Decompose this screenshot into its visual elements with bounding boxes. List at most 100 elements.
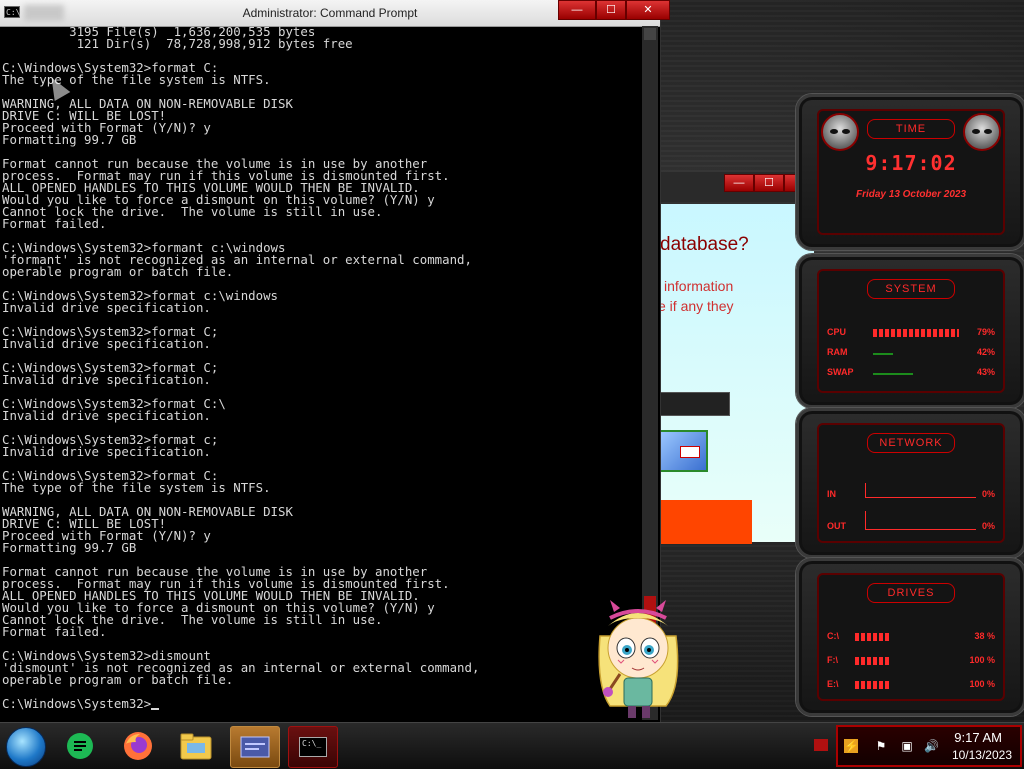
system-tray: ⚡ ⚑ ▣ 🔊 9:17 AM 10/13/2023 xyxy=(836,725,1022,767)
swap-meter xyxy=(873,373,913,375)
cpu-value: 79% xyxy=(976,327,995,337)
alien-head-icon xyxy=(963,113,1001,151)
cmd-output-line: 121 Dir(s) 78,728,998,912 bytes free xyxy=(2,36,353,51)
cmd-output-line: Invalid drive specification. xyxy=(2,372,211,387)
cmd-output-line: Formatting 99.7 GB xyxy=(2,540,137,555)
window-app-button[interactable] xyxy=(230,726,280,768)
swap-value: 43% xyxy=(976,367,995,377)
window-app-icon xyxy=(240,736,270,758)
volume-icon[interactable]: 🔊 xyxy=(924,739,939,753)
drive-f-row: F:\ 100 % xyxy=(827,655,995,669)
dialog-text-line: e if any they xyxy=(658,298,734,314)
cmd-output-line: Formatting 99.7 GB xyxy=(2,132,137,147)
drive-f-value: 100 % xyxy=(969,655,995,665)
dialog-action-button[interactable] xyxy=(658,500,752,544)
widget-clock-date: Friday 13 October 2023 xyxy=(855,189,967,200)
dialog-content: database? information e if any they xyxy=(658,204,814,544)
system-widget: SYSTEM CPU 79% RAM 42% SWAP 43% xyxy=(796,254,1024,408)
taskbar-clock-date[interactable]: 10/13/2023 xyxy=(952,748,1012,762)
ram-row: RAM 42% xyxy=(827,347,995,361)
dialog-heading: database? xyxy=(660,234,749,255)
network-widget: NETWORK IN 0% OUT 0% xyxy=(796,408,1024,558)
ram-label: RAM xyxy=(827,347,848,357)
system-widget-header: SYSTEM xyxy=(867,279,955,299)
drive-c-value: 38 % xyxy=(974,631,995,641)
cmd-output-line: The type of the file system is NTFS. xyxy=(2,72,271,87)
drive-c-label: C:\ xyxy=(827,631,839,641)
drives-widget: DRIVES C:\ 38 % F:\ 100 % E:\ 100 % xyxy=(796,558,1024,716)
cmd-output[interactable]: 3195 File(s) 1,636,200,535 bytes 121 Dir… xyxy=(2,26,642,720)
drive-c-row: C:\ 38 % xyxy=(827,631,995,645)
command-prompt-button[interactable]: C:\_ xyxy=(288,726,338,768)
swap-row: SWAP 43% xyxy=(827,367,995,381)
file-explorer-button[interactable] xyxy=(172,726,220,766)
dialog-maximize-button[interactable]: ☐ xyxy=(754,174,784,192)
file-explorer-icon xyxy=(180,733,212,760)
start-orb-icon[interactable] xyxy=(6,727,46,767)
app-tray-icon[interactable]: ⚡ xyxy=(844,739,859,753)
command-prompt-window[interactable]: C:\ Administrator: Command Prompt — ☐ ✕ … xyxy=(0,0,670,722)
cartoon-character-sticker xyxy=(598,600,679,718)
dialog-titlebar[interactable]: — ☐ ✕ xyxy=(658,172,818,202)
ram-meter xyxy=(873,353,893,355)
dialog-input-field[interactable] xyxy=(658,392,730,416)
network-out-label: OUT xyxy=(827,521,846,531)
cmd-minimize-button[interactable]: — xyxy=(558,0,596,20)
dialog-minimize-button[interactable]: — xyxy=(724,174,754,192)
swap-label: SWAP xyxy=(827,367,854,377)
cmd-titlebar[interactable]: C:\ Administrator: Command Prompt — ☐ ✕ xyxy=(0,0,670,27)
network-out-graph xyxy=(865,511,976,530)
background-dialog-window[interactable]: — ☐ ✕ database? information e if any the… xyxy=(658,172,818,544)
show-hidden-icons-button[interactable] xyxy=(814,739,828,751)
chat-app-icon xyxy=(67,733,93,759)
time-widget: TIME 9:17:02 Friday 13 October 2023 xyxy=(796,94,1024,250)
ram-value: 42% xyxy=(976,347,995,357)
drive-e-label: E:\ xyxy=(827,679,839,689)
cmd-prompt-line[interactable]: C:\Windows\System32> xyxy=(2,696,642,711)
cpu-label: CPU xyxy=(827,327,847,337)
cmd-prompt: C:\Windows\System32> xyxy=(2,696,152,711)
taskbar-clock-time[interactable]: 9:17 AM xyxy=(954,730,1002,745)
network-in-label: IN xyxy=(827,489,836,499)
chat-app-button[interactable] xyxy=(56,726,104,766)
dialog-text-line: information xyxy=(664,278,734,294)
taskbar: C:\_ ⚡ ⚑ ▣ 🔊 9:17 AM 10/13/2023 xyxy=(0,722,1024,769)
firefox-button[interactable] xyxy=(114,726,162,766)
time-widget-header: TIME xyxy=(867,119,955,139)
command-prompt-icon: C:\_ xyxy=(299,737,327,757)
network-in-row: IN 0% xyxy=(827,483,995,503)
cmd-output-line: Invalid drive specification. xyxy=(2,336,211,351)
drive-e-value: 100 % xyxy=(969,679,995,689)
drive-e-meter xyxy=(855,681,889,689)
cmd-maximize-button[interactable]: ☐ xyxy=(596,0,626,20)
network-out-value: 0% xyxy=(981,521,995,531)
widget-clock-time: 9:17:02 xyxy=(865,151,957,175)
cmd-output-line: Format failed. xyxy=(2,216,107,231)
cmd-close-button[interactable]: ✕ xyxy=(626,0,670,20)
drive-f-meter xyxy=(855,657,889,665)
cmd-output-line: The type of the file system is NTFS. xyxy=(2,480,271,495)
cmd-output-line: Invalid drive specification. xyxy=(2,408,211,423)
cmd-output-line: Format failed. xyxy=(2,624,107,639)
action-center-flag-icon[interactable]: ⚑ xyxy=(874,739,888,753)
network-widget-header: NETWORK xyxy=(867,433,955,453)
cpu-row: CPU 79% xyxy=(827,327,995,341)
drive-f-label: F:\ xyxy=(827,655,838,665)
cmd-output-line: operable program or batch file. xyxy=(2,264,234,279)
network-icon[interactable]: ▣ xyxy=(900,739,914,753)
text-cursor xyxy=(151,708,160,710)
drive-e-row: E:\ 100 % xyxy=(827,679,995,693)
cmd-output-line: Invalid drive specification. xyxy=(2,300,211,315)
firefox-icon xyxy=(124,732,152,760)
network-in-value: 0% xyxy=(981,489,995,499)
cpu-meter xyxy=(873,329,959,337)
cmd-output-line: operable program or batch file. xyxy=(2,672,234,687)
scroll-up-arrow-icon[interactable] xyxy=(644,28,656,40)
network-out-row: OUT 0% xyxy=(827,511,995,535)
alien-head-icon xyxy=(821,113,859,151)
drive-c-meter xyxy=(855,633,889,641)
drives-widget-header: DRIVES xyxy=(867,583,955,603)
cmd-output-line: Invalid drive specification. xyxy=(2,444,211,459)
network-in-graph xyxy=(865,483,976,498)
database-image-icon xyxy=(658,430,708,472)
